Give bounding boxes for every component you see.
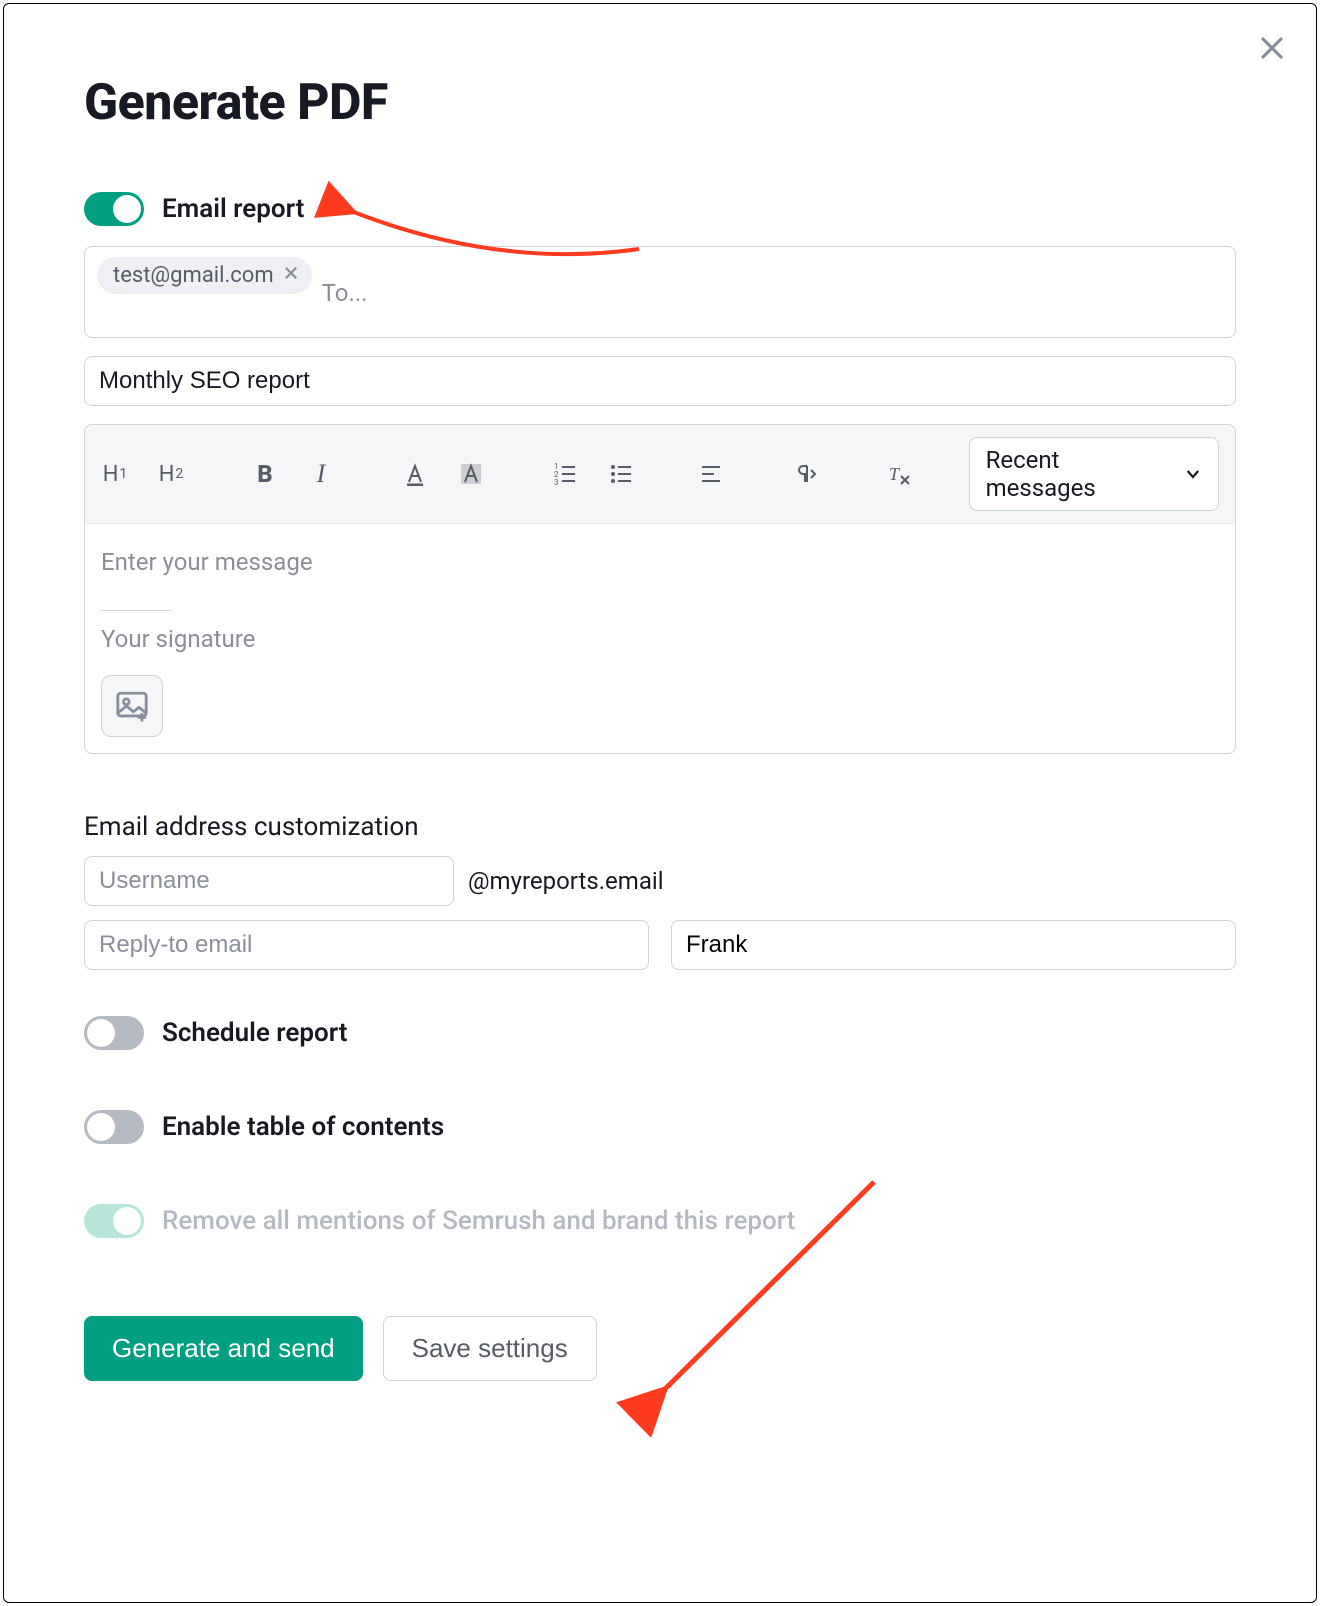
remove-branding-toggle[interactable]: [84, 1204, 144, 1238]
svg-text:3: 3: [554, 478, 559, 486]
highlight-button[interactable]: [457, 462, 485, 486]
schedule-report-label: Schedule report: [162, 1018, 347, 1048]
editor-body[interactable]: Enter your message Your signature: [85, 524, 1235, 753]
reply-to-input[interactable]: [84, 920, 649, 970]
save-settings-button[interactable]: Save settings: [383, 1316, 597, 1381]
close-icon[interactable]: [1252, 28, 1292, 68]
editor-toolbar: H1 H2 B I 123: [85, 425, 1235, 524]
enable-toc-label: Enable table of contents: [162, 1112, 444, 1142]
email-domain-suffix: @myreports.email: [468, 867, 664, 895]
sender-name-input[interactable]: [671, 920, 1236, 970]
h1-button[interactable]: H1: [101, 462, 129, 487]
align-button[interactable]: [697, 462, 725, 486]
email-report-toggle-label: Email report: [162, 194, 304, 224]
signature-placeholder: Your signature: [101, 625, 1219, 653]
recent-messages-label: Recent messages: [986, 446, 1175, 502]
bold-button[interactable]: B: [251, 460, 279, 488]
email-customization-label: Email address customization: [84, 812, 1236, 842]
recent-messages-dropdown[interactable]: Recent messages: [969, 437, 1219, 511]
generate-pdf-modal: Generate PDF Email report test@gmail.com…: [3, 3, 1317, 1603]
svg-text:T: T: [889, 464, 901, 484]
unordered-list-button[interactable]: [607, 462, 635, 486]
subject-input[interactable]: [84, 356, 1236, 406]
modal-title: Generate PDF: [84, 74, 1236, 132]
remove-branding-label: Remove all mentions of Semrush and brand…: [162, 1206, 795, 1236]
ordered-list-button[interactable]: 123: [551, 462, 579, 486]
generate-and-send-button[interactable]: Generate and send: [84, 1316, 363, 1381]
h2-button[interactable]: H2: [157, 462, 185, 487]
insert-image-button[interactable]: [101, 675, 163, 737]
email-chip: test@gmail.com: [97, 257, 312, 294]
message-editor: H1 H2 B I 123: [84, 424, 1236, 754]
font-color-button[interactable]: [401, 462, 429, 486]
text-direction-button[interactable]: [791, 462, 819, 486]
message-placeholder: Enter your message: [101, 548, 1219, 576]
schedule-report-toggle[interactable]: [84, 1016, 144, 1050]
recipients-field[interactable]: test@gmail.com To...: [84, 246, 1236, 338]
remove-chip-icon[interactable]: [282, 263, 300, 288]
username-input[interactable]: [84, 856, 454, 906]
italic-button[interactable]: I: [307, 459, 335, 489]
email-chip-text: test@gmail.com: [113, 263, 274, 288]
email-report-toggle[interactable]: [84, 192, 144, 226]
recipients-placeholder: To...: [322, 279, 368, 307]
signature-divider: [101, 610, 171, 611]
enable-toc-toggle[interactable]: [84, 1110, 144, 1144]
chevron-down-icon: [1184, 465, 1202, 483]
clear-formatting-button[interactable]: T: [885, 462, 913, 486]
